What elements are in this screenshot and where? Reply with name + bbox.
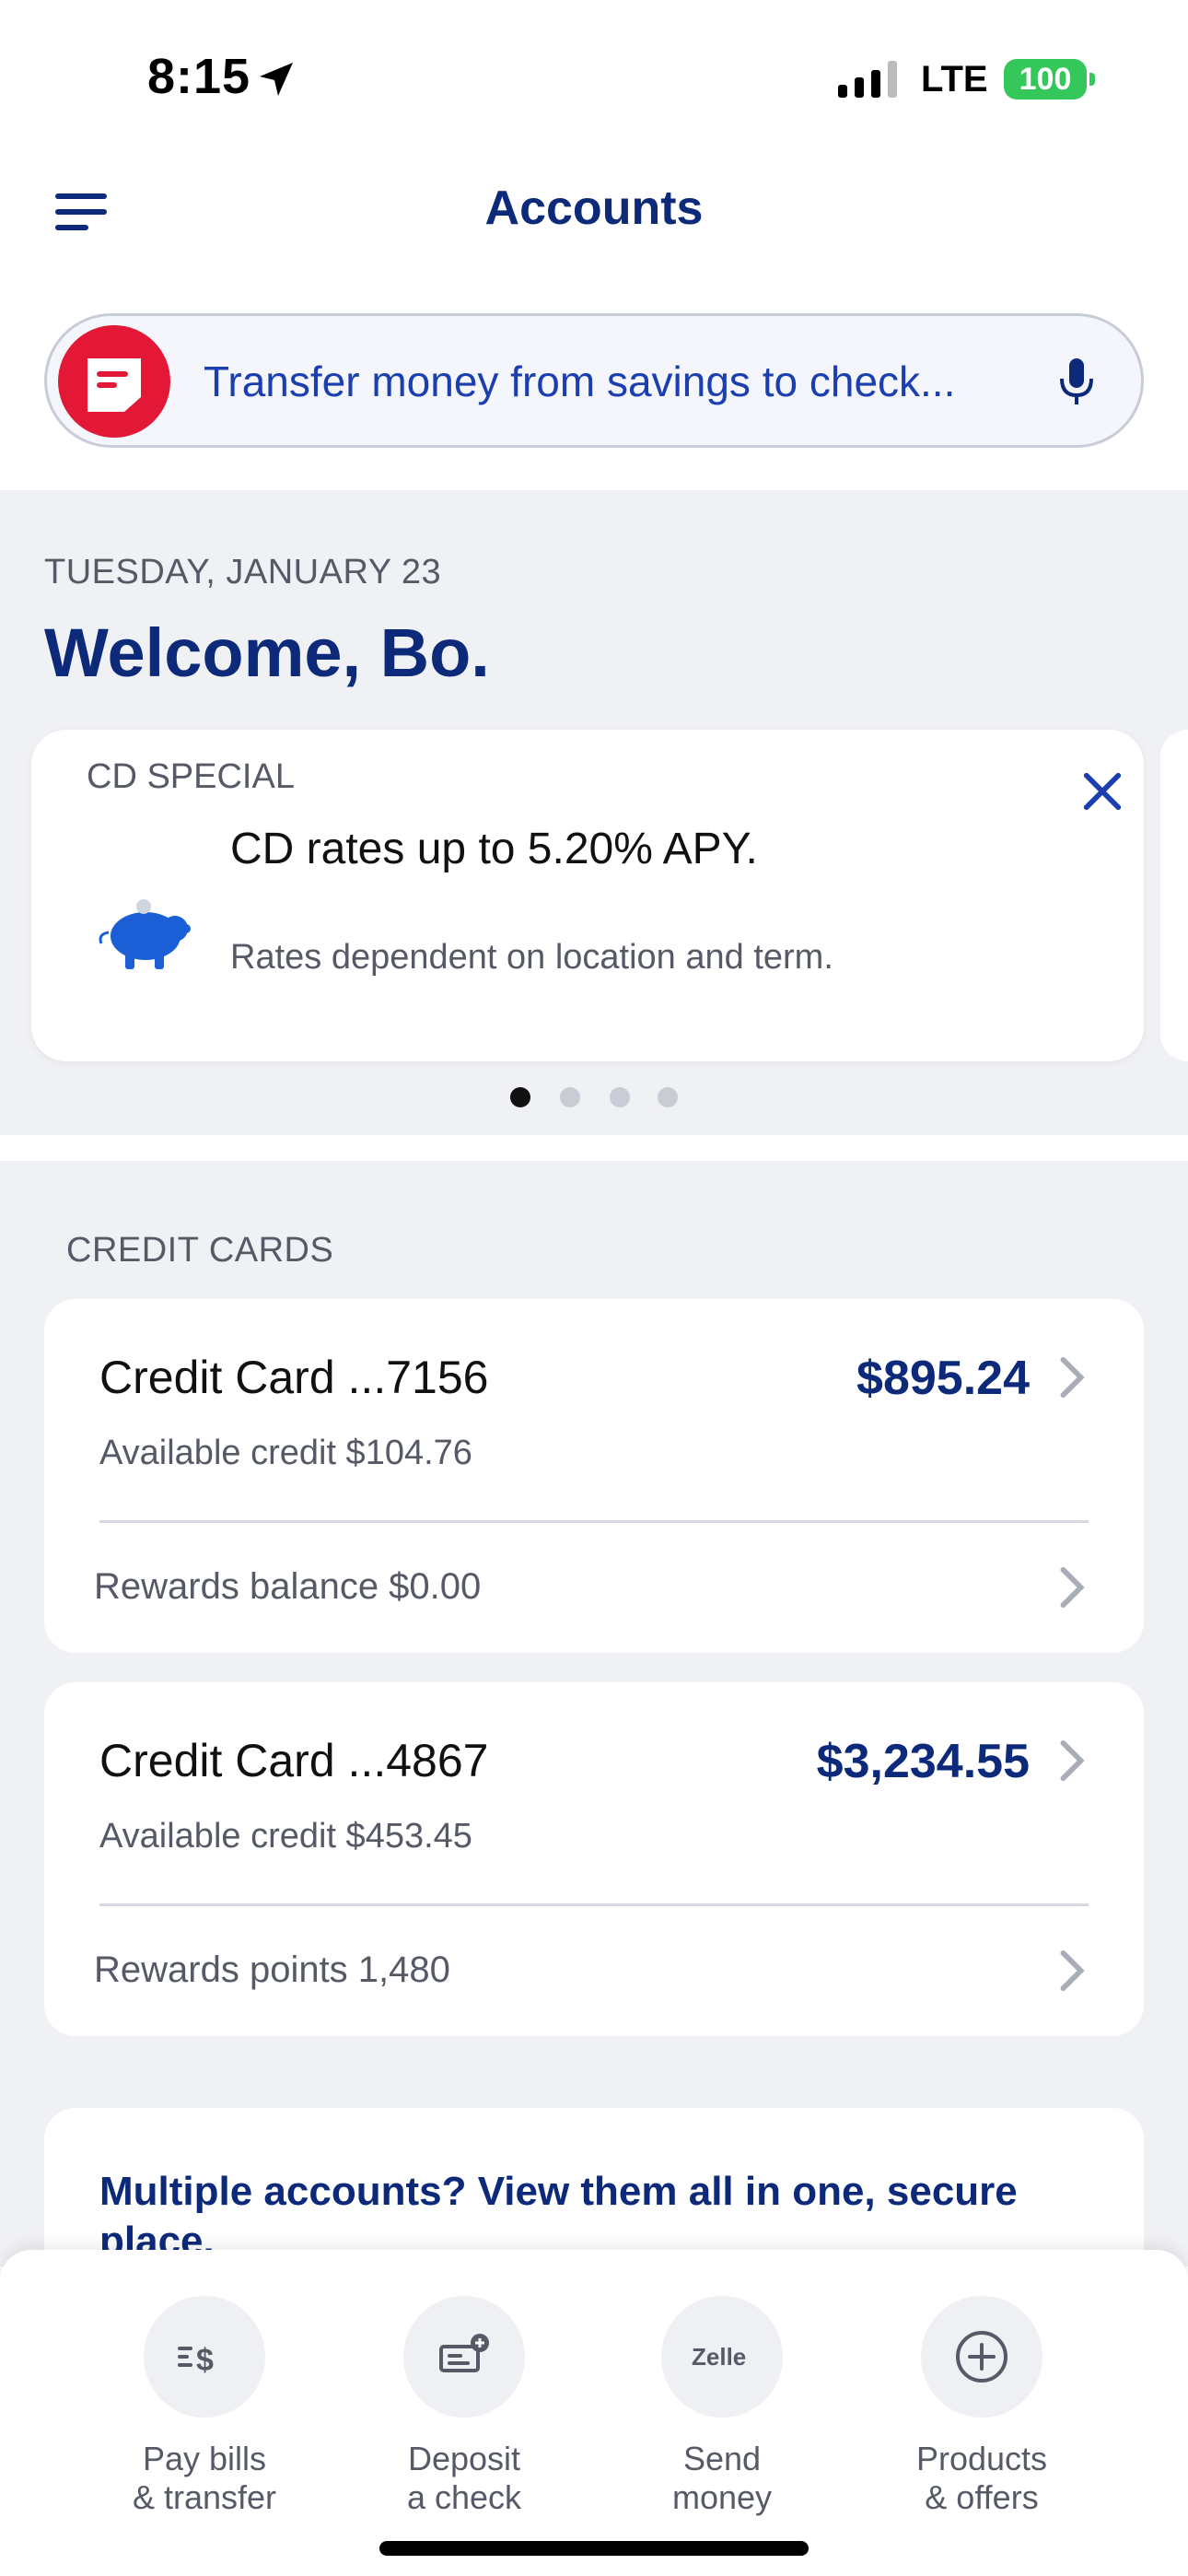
network-type: LTE: [921, 59, 988, 100]
home-indicator: [379, 2541, 809, 2556]
next-promo-card-peek[interactable]: [1160, 730, 1188, 1061]
nav-label: Pay bills & transfer: [132, 2440, 277, 2516]
plus-circle-icon: [956, 2331, 1007, 2383]
current-date: TUESDAY, JANUARY 23: [44, 553, 442, 591]
products-offers-button[interactable]: Products & offers: [862, 2296, 1101, 2517]
close-icon[interactable]: [1081, 770, 1124, 813]
deposit-check-icon: [439, 2334, 489, 2372]
credit-card-account[interactable]: Credit Card ...4867 $3,234.55 Available …: [44, 1682, 1144, 2036]
account-balance: $3,234.55: [816, 1735, 1030, 1788]
chevron-right-icon[interactable]: [1059, 1356, 1085, 1399]
send-money-zelle-button[interactable]: Zelle Send money: [602, 2296, 842, 2517]
microphone-icon[interactable]: [1058, 358, 1095, 406]
zelle-icon: Zelle: [692, 2343, 746, 2371]
deposit-check-button[interactable]: Deposit a check: [344, 2296, 584, 2517]
rewards-summary[interactable]: Rewards balance $0.00: [94, 1566, 481, 1608]
section-separator: [0, 1135, 1188, 1161]
available-credit: Available credit $453.45: [99, 1817, 472, 1856]
carousel-dot[interactable]: [560, 1087, 580, 1107]
pay-bills-icon: $: [178, 2343, 214, 2378]
erica-chat-icon: [87, 358, 141, 412]
account-name: Credit Card ...4867: [99, 1735, 489, 1786]
credit-cards-section-label: CREDIT CARDS: [66, 1231, 334, 1270]
nav-icon-circle[interactable]: [403, 2296, 525, 2418]
erica-badge: [58, 325, 170, 438]
nav-icon-circle[interactable]: [921, 2296, 1042, 2418]
app-header: Accounts: [0, 147, 1188, 267]
welcome-greeting: Welcome, Bo.: [44, 615, 490, 691]
chevron-right-icon[interactable]: [1059, 1566, 1085, 1609]
nav-icon-circle[interactable]: $: [144, 2296, 265, 2418]
cd-special-promo-card[interactable]: CD SPECIAL CD rates up to 5.20% APY. Rat…: [31, 730, 1144, 1061]
divider: [99, 1903, 1089, 1906]
account-balance: $895.24: [856, 1352, 1030, 1405]
promo-label: CD SPECIAL: [87, 757, 295, 796]
nav-label: Deposit a check: [406, 2440, 522, 2516]
nav-label: Send money: [671, 2440, 773, 2516]
status-bar: 8:15 LTE 100: [0, 0, 1188, 147]
erica-search-bar[interactable]: Transfer money from savings to check...: [44, 313, 1144, 448]
page-title: Accounts: [484, 181, 704, 235]
chevron-right-icon[interactable]: [1059, 1739, 1085, 1782]
search-suggestion-text[interactable]: Transfer money from savings to check...: [204, 357, 955, 406]
carousel-dot-active[interactable]: [510, 1087, 530, 1107]
nav-icon-circle[interactable]: Zelle: [661, 2296, 783, 2418]
carousel-dot[interactable]: [610, 1087, 630, 1107]
status-time: 8:15: [147, 49, 251, 104]
chevron-right-icon[interactable]: [1059, 1950, 1085, 1992]
battery-indicator: 100: [1004, 59, 1087, 100]
rewards-summary[interactable]: Rewards points 1,480: [94, 1950, 450, 1991]
piggy-bank-icon: [99, 899, 191, 969]
svg-text:Zelle: Zelle: [692, 2343, 746, 2371]
promo-headline: CD rates up to 5.20% APY.: [230, 825, 758, 873]
location-arrow-icon: [260, 63, 293, 96]
svg-text:$: $: [196, 2343, 214, 2378]
account-name: Credit Card ...7156: [99, 1352, 489, 1403]
battery-tip: [1089, 73, 1095, 86]
nav-label: Products & offers: [915, 2440, 1048, 2516]
divider: [99, 1520, 1089, 1523]
credit-card-account[interactable]: Credit Card ...7156 $895.24 Available cr…: [44, 1299, 1144, 1653]
available-credit: Available credit $104.76: [99, 1434, 472, 1472]
pay-bills-transfer-button[interactable]: $ Pay bills & transfer: [85, 2296, 324, 2517]
cellular-signal-icon: [838, 61, 897, 98]
promo-subtext: Rates dependent on location and term.: [230, 938, 833, 977]
bottom-action-bar: $ Pay bills & transfer Deposit a check Z…: [0, 2250, 1188, 2576]
carousel-dot[interactable]: [658, 1087, 678, 1107]
